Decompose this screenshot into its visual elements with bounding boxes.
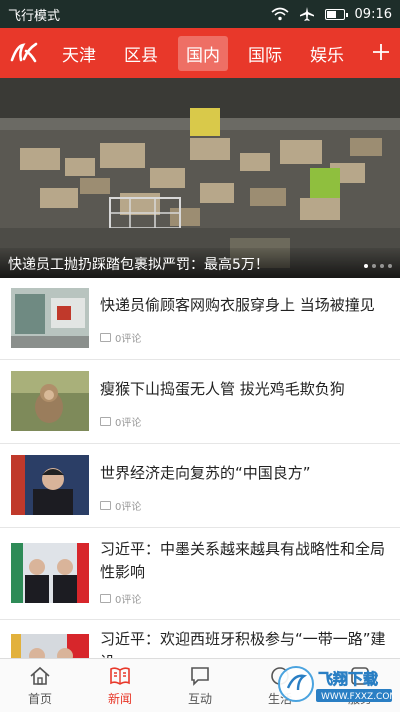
status-icons: 09:16 bbox=[271, 6, 392, 22]
carousel-dot bbox=[372, 264, 376, 268]
home-icon bbox=[30, 666, 50, 685]
plus-icon bbox=[373, 44, 389, 60]
hero-carousel[interactable]: 快递员工抛扔踩踏包裹拟严罚：最高5万！ bbox=[0, 78, 400, 278]
news-title: 习近平：中墨关系越来越具有战略性和全局性影响 bbox=[100, 540, 386, 581]
watermark-logo: 飞翔下载 WWW.FXXZ.COM bbox=[278, 666, 394, 702]
news-icon bbox=[110, 666, 130, 685]
app-logo[interactable] bbox=[0, 28, 48, 78]
nav-news[interactable]: 新闻 bbox=[80, 659, 160, 712]
news-thumbnail bbox=[11, 288, 89, 348]
comment-icon bbox=[100, 501, 111, 510]
nav-interact[interactable]: 互动 bbox=[160, 659, 240, 712]
tab-domestic[interactable]: 国内 bbox=[178, 35, 228, 71]
channel-tab-bar: 天津 区县 国内 国际 娱乐 bbox=[0, 28, 400, 78]
watermark-url: WWW.FXXZ.COM bbox=[321, 692, 394, 702]
comment-count: 0评论 bbox=[100, 591, 141, 606]
news-item[interactable]: 快递员偷顾客网购衣服穿身上 当场被撞见 0评论 bbox=[0, 278, 400, 360]
news-item[interactable]: 世界经济走向复苏的“中国良方” 0评论 bbox=[0, 444, 400, 528]
watermark-title: 飞翔下载 bbox=[318, 670, 378, 688]
news-item[interactable]: 习近平：欢迎西班牙积极参与“一带一路”建设 bbox=[0, 620, 400, 694]
carousel-dot bbox=[364, 264, 368, 268]
news-thumbnail bbox=[11, 455, 89, 515]
tab-districts[interactable]: 区县 bbox=[116, 36, 166, 71]
news-title: 快递员偷顾客网购衣服穿身上 当场被撞见 bbox=[100, 296, 375, 314]
add-channel-button[interactable] bbox=[362, 28, 400, 78]
comment-count: 0评论 bbox=[100, 330, 141, 345]
news-item[interactable]: 习近平：中墨关系越来越具有战略性和全局性影响 0评论 bbox=[0, 528, 400, 620]
comment-icon bbox=[100, 333, 111, 342]
carousel-indicator bbox=[364, 264, 392, 268]
status-bar: 飞行模式 09:16 bbox=[0, 0, 400, 28]
wifi-icon bbox=[271, 7, 289, 21]
airplane-icon bbox=[299, 7, 314, 21]
news-thumbnail bbox=[11, 543, 89, 603]
nav-label: 新闻 bbox=[107, 691, 132, 706]
channel-tabs: 天津 区县 国内 国际 娱乐 bbox=[48, 35, 362, 71]
clock: 09:16 bbox=[354, 6, 392, 22]
carousel-dot bbox=[388, 264, 392, 268]
comment-count: 0评论 bbox=[100, 498, 141, 513]
battery-icon bbox=[324, 8, 348, 20]
carousel-dot bbox=[380, 264, 384, 268]
comment-icon bbox=[100, 594, 111, 603]
comment-icon bbox=[100, 417, 111, 426]
news-title: 世界经济走向复苏的“中国良方” bbox=[100, 464, 311, 482]
news-thumbnail bbox=[11, 371, 89, 431]
tab-entertainment[interactable]: 娱乐 bbox=[302, 36, 352, 71]
nav-home[interactable]: 首页 bbox=[0, 659, 80, 712]
airplane-mode-label: 飞行模式 bbox=[8, 8, 61, 24]
chat-icon bbox=[191, 666, 209, 686]
tab-tianjin[interactable]: 天津 bbox=[54, 36, 104, 71]
tab-international[interactable]: 国际 bbox=[240, 36, 290, 71]
nav-label: 互动 bbox=[187, 691, 212, 706]
news-item[interactable]: 瘦猴下山捣蛋无人管 拔光鸡毛欺负狗 0评论 bbox=[0, 360, 400, 444]
comment-count: 0评论 bbox=[100, 414, 141, 429]
hero-caption: 快递员工抛扔踩踏包裹拟严罚：最高5万！ bbox=[0, 248, 400, 278]
news-title: 瘦猴下山捣蛋无人管 拔光鸡毛欺负狗 bbox=[100, 380, 345, 398]
app-logo-icon bbox=[10, 42, 38, 63]
nav-label: 首页 bbox=[27, 691, 52, 706]
